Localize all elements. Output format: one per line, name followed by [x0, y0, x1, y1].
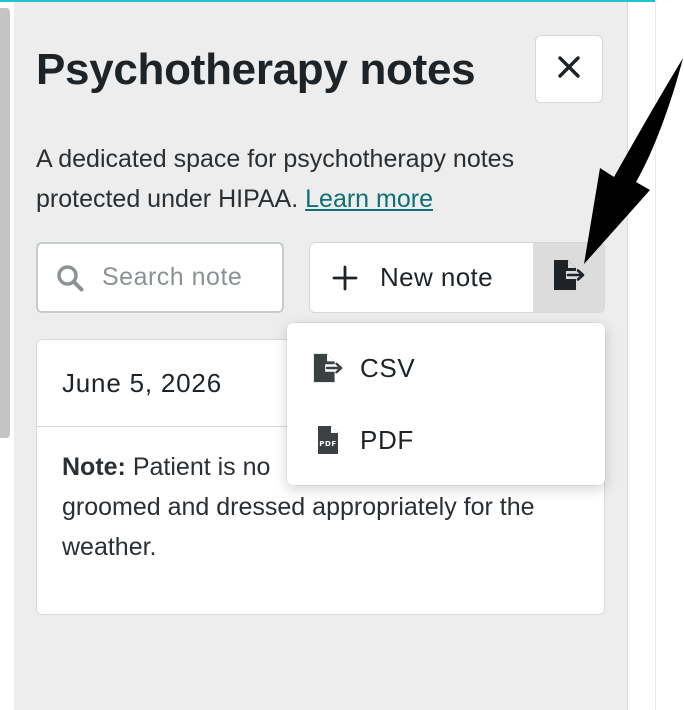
scrollbar[interactable] — [0, 8, 10, 438]
search-icon — [56, 264, 84, 292]
description-text: A dedicated space for psychotherapy note… — [36, 145, 515, 213]
learn-more-link[interactable]: Learn more — [305, 185, 433, 213]
note-text-continued: groomed and dressed appropriately for th… — [62, 493, 535, 561]
search-input[interactable] — [102, 263, 272, 292]
note-text: Patient is no — [132, 453, 271, 481]
annotation-arrow — [584, 58, 683, 264]
export-csv-item[interactable]: CSV — [287, 332, 605, 404]
export-pdf-item[interactable]: PDF PDF — [287, 404, 605, 476]
pdf-file-icon: PDF — [311, 425, 345, 455]
new-note-button[interactable]: New note — [310, 243, 533, 312]
new-note-label: New note — [380, 262, 494, 292]
note-label: Note: — [62, 453, 126, 481]
note-actions-group: New note — [309, 242, 605, 313]
export-pdf-label: PDF — [360, 424, 414, 455]
export-csv-label: CSV — [360, 352, 416, 383]
svg-text:PDF: PDF — [319, 440, 337, 448]
panel-description: A dedicated space for psychotherapy note… — [36, 139, 596, 219]
search-field[interactable] — [36, 242, 284, 313]
export-menu: CSV PDF PDF — [287, 323, 605, 485]
page-title: Psychotherapy notes — [36, 45, 476, 94]
plus-icon — [332, 265, 358, 291]
file-export-icon — [311, 352, 345, 384]
